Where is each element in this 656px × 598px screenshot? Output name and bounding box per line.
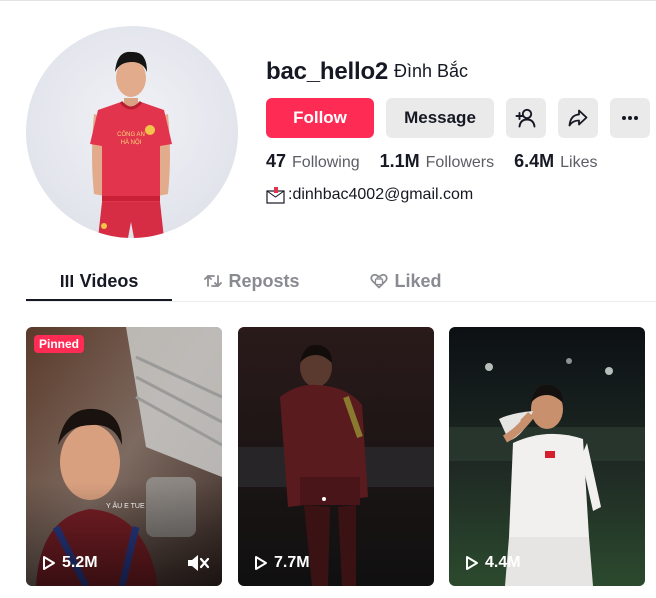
following-label: Following [292,154,360,171]
profile-tabs: Videos Reposts Liked [26,262,480,300]
follow-button[interactable]: Follow [266,98,374,138]
view-count-text: 5.2M [62,554,98,571]
following-stat[interactable]: 47 Following [266,151,360,172]
play-icon [466,556,478,570]
view-count: 4.4M [465,554,521,572]
followers-count: 1.1M [379,151,420,171]
top-divider [0,0,656,1]
view-count-text: 7.7M [274,554,310,571]
tab-reposts[interactable]: Reposts [172,262,332,300]
tab-reposts-label: Reposts [228,270,300,291]
jersey-text-1: CÔNG AN [117,131,145,138]
repost-icon [204,275,223,287]
play-icon [255,556,267,570]
video-card[interactable]: 4.4M [449,327,645,586]
following-count: 47 [266,151,287,171]
liked-icon [370,273,389,289]
video-caption: Y ÂU E TUE [106,503,145,510]
pinned-badge: Pinned [34,335,85,353]
video-card[interactable]: 7.7M [238,327,434,586]
bio-text: :dinhbac4002@gmail.com [288,186,474,203]
mute-icon[interactable] [186,553,210,573]
play-icon [43,556,55,570]
likes-label: Likes [560,154,598,171]
bio: :dinhbac4002@gmail.com [266,186,473,204]
tab-videos-label: Videos [79,270,139,291]
video-thumbnail [238,327,434,586]
profile-stats: 47 Following 1.1M Followers 6.4M Likes [266,151,618,172]
share-button[interactable] [558,98,598,138]
username: bac_hello2 [266,58,389,85]
jersey-text-2: HÀ NỘI [121,139,142,146]
grid-icon [60,275,73,287]
view-count: 7.7M [254,554,310,572]
avatar[interactable]: CÔNG AN HÀ NỘI [26,26,238,238]
more-options-button[interactable] [610,98,650,138]
view-count-text: 4.4M [485,554,521,571]
followers-label: Followers [425,154,495,171]
tab-liked-label: Liked [394,270,442,291]
add-friend-button[interactable] [506,98,546,138]
email-icon [266,187,285,204]
avatar-image: CÔNG AN HÀ NỘI [90,51,172,238]
add-user-icon [515,108,536,128]
more-icon [622,116,638,120]
tab-liked[interactable]: Liked [332,262,480,300]
likes-stat: 6.4M Likes [514,151,597,172]
followers-stat[interactable]: 1.1M Followers [380,151,495,172]
share-icon [568,109,588,127]
tab-videos[interactable]: Videos [26,262,172,300]
video-thumbnail [26,327,222,586]
message-button[interactable]: Message [386,98,494,138]
likes-count: 6.4M [514,151,555,171]
nickname: Đình Bắc [394,61,469,81]
video-card[interactable]: Pinned Y ÂU E TUE 5.2M [26,327,222,586]
view-count: 5.2M [42,554,98,572]
tabs-divider [26,301,656,302]
video-thumbnail [449,327,645,586]
